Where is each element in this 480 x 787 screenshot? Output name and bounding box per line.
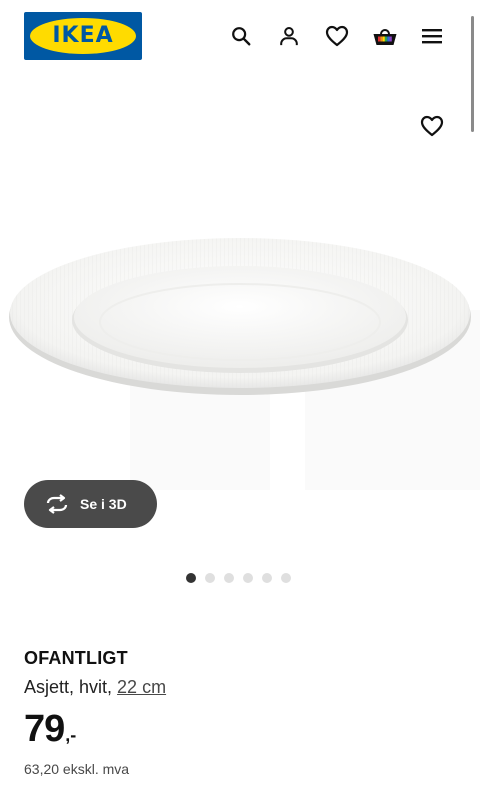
gallery-pagination <box>186 573 291 583</box>
gallery-dot[interactable] <box>281 573 291 583</box>
price-integer: 79 <box>24 708 65 750</box>
gallery-dot[interactable] <box>205 573 215 583</box>
price-suffix: ,- <box>65 725 77 745</box>
ikea-logo[interactable]: IKEA <box>24 12 142 60</box>
gallery-dot[interactable] <box>262 573 272 583</box>
plate-illustration <box>9 238 480 490</box>
view-in-3d-label: Se i 3D <box>80 496 127 512</box>
product-image[interactable] <box>0 160 480 500</box>
add-to-favourites-icon[interactable] <box>416 110 448 142</box>
header: IKEA <box>0 0 480 72</box>
gallery-dot[interactable] <box>224 573 234 583</box>
price-ex-vat: 63,20 ekskl. mva <box>24 761 130 777</box>
rotate-3d-icon <box>46 494 68 514</box>
gallery-dot[interactable] <box>243 573 253 583</box>
scrollbar[interactable] <box>471 16 474 132</box>
gallery-dot[interactable] <box>186 573 196 583</box>
favourites-icon[interactable] <box>321 20 353 52</box>
product-type: Asjett, hvit, <box>24 677 113 697</box>
product-description: Asjett, hvit, 22 cm <box>24 677 166 698</box>
account-icon[interactable] <box>273 20 305 52</box>
product-price: 79,- <box>24 708 76 751</box>
product-size-link[interactable]: 22 cm <box>117 677 166 697</box>
product-name: OFANTLIGT <box>24 648 128 668</box>
view-in-3d-button[interactable]: Se i 3D <box>24 480 157 528</box>
menu-icon[interactable] <box>416 20 448 52</box>
search-icon[interactable] <box>225 20 257 52</box>
cart-icon[interactable] <box>369 20 401 52</box>
logo-text: IKEA <box>52 23 114 48</box>
